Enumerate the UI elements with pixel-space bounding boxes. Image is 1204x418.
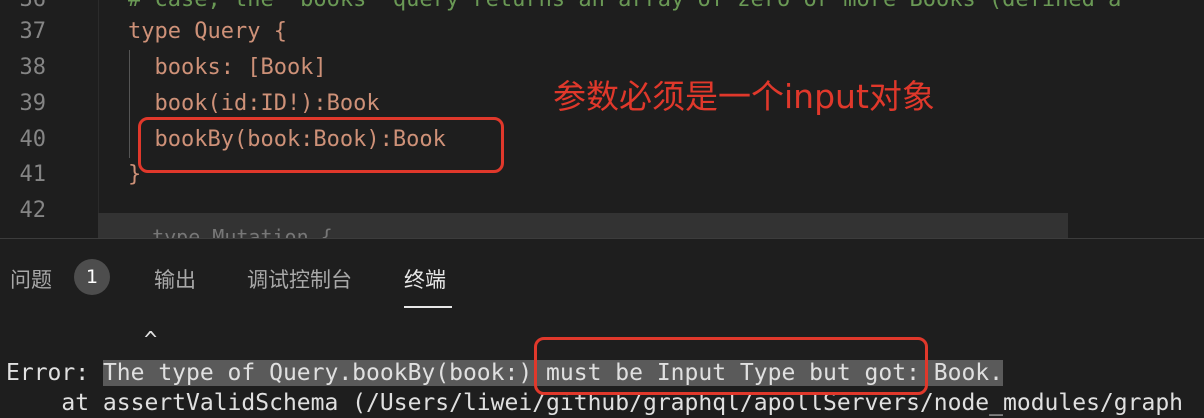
gutter-divider xyxy=(98,0,99,238)
tab-output[interactable]: 输出 xyxy=(154,264,196,294)
code-editor[interactable]: 36 # case, the "books" query returns an … xyxy=(0,0,1204,238)
line-number: 42 xyxy=(19,198,47,223)
terminal-caret: ^ xyxy=(144,328,158,353)
terminal-annotation-box xyxy=(534,337,928,395)
line-number: 40 xyxy=(19,127,47,152)
partial-code-line: type Mutation { xyxy=(128,225,333,238)
code-line[interactable]: type Query { xyxy=(128,14,287,50)
line-number: 39 xyxy=(19,91,47,116)
line-number: 37 xyxy=(19,19,47,44)
problems-count-badge: 1 xyxy=(74,259,110,295)
annotation-text: 参数必须是一个input对象 xyxy=(553,77,935,116)
tab-problems[interactable]: 问题 xyxy=(10,264,52,294)
line-number: 38 xyxy=(19,55,47,80)
error-prefix: Error: xyxy=(6,360,103,386)
code-line[interactable]: books: [Book] xyxy=(128,50,326,86)
active-tab-indicator xyxy=(404,306,452,308)
tab-debug-console[interactable]: 调试控制台 xyxy=(247,264,352,294)
line-number: 41 xyxy=(19,162,47,187)
tab-terminal[interactable]: 终端 xyxy=(404,264,446,294)
annotation-highlight-box xyxy=(138,117,504,173)
